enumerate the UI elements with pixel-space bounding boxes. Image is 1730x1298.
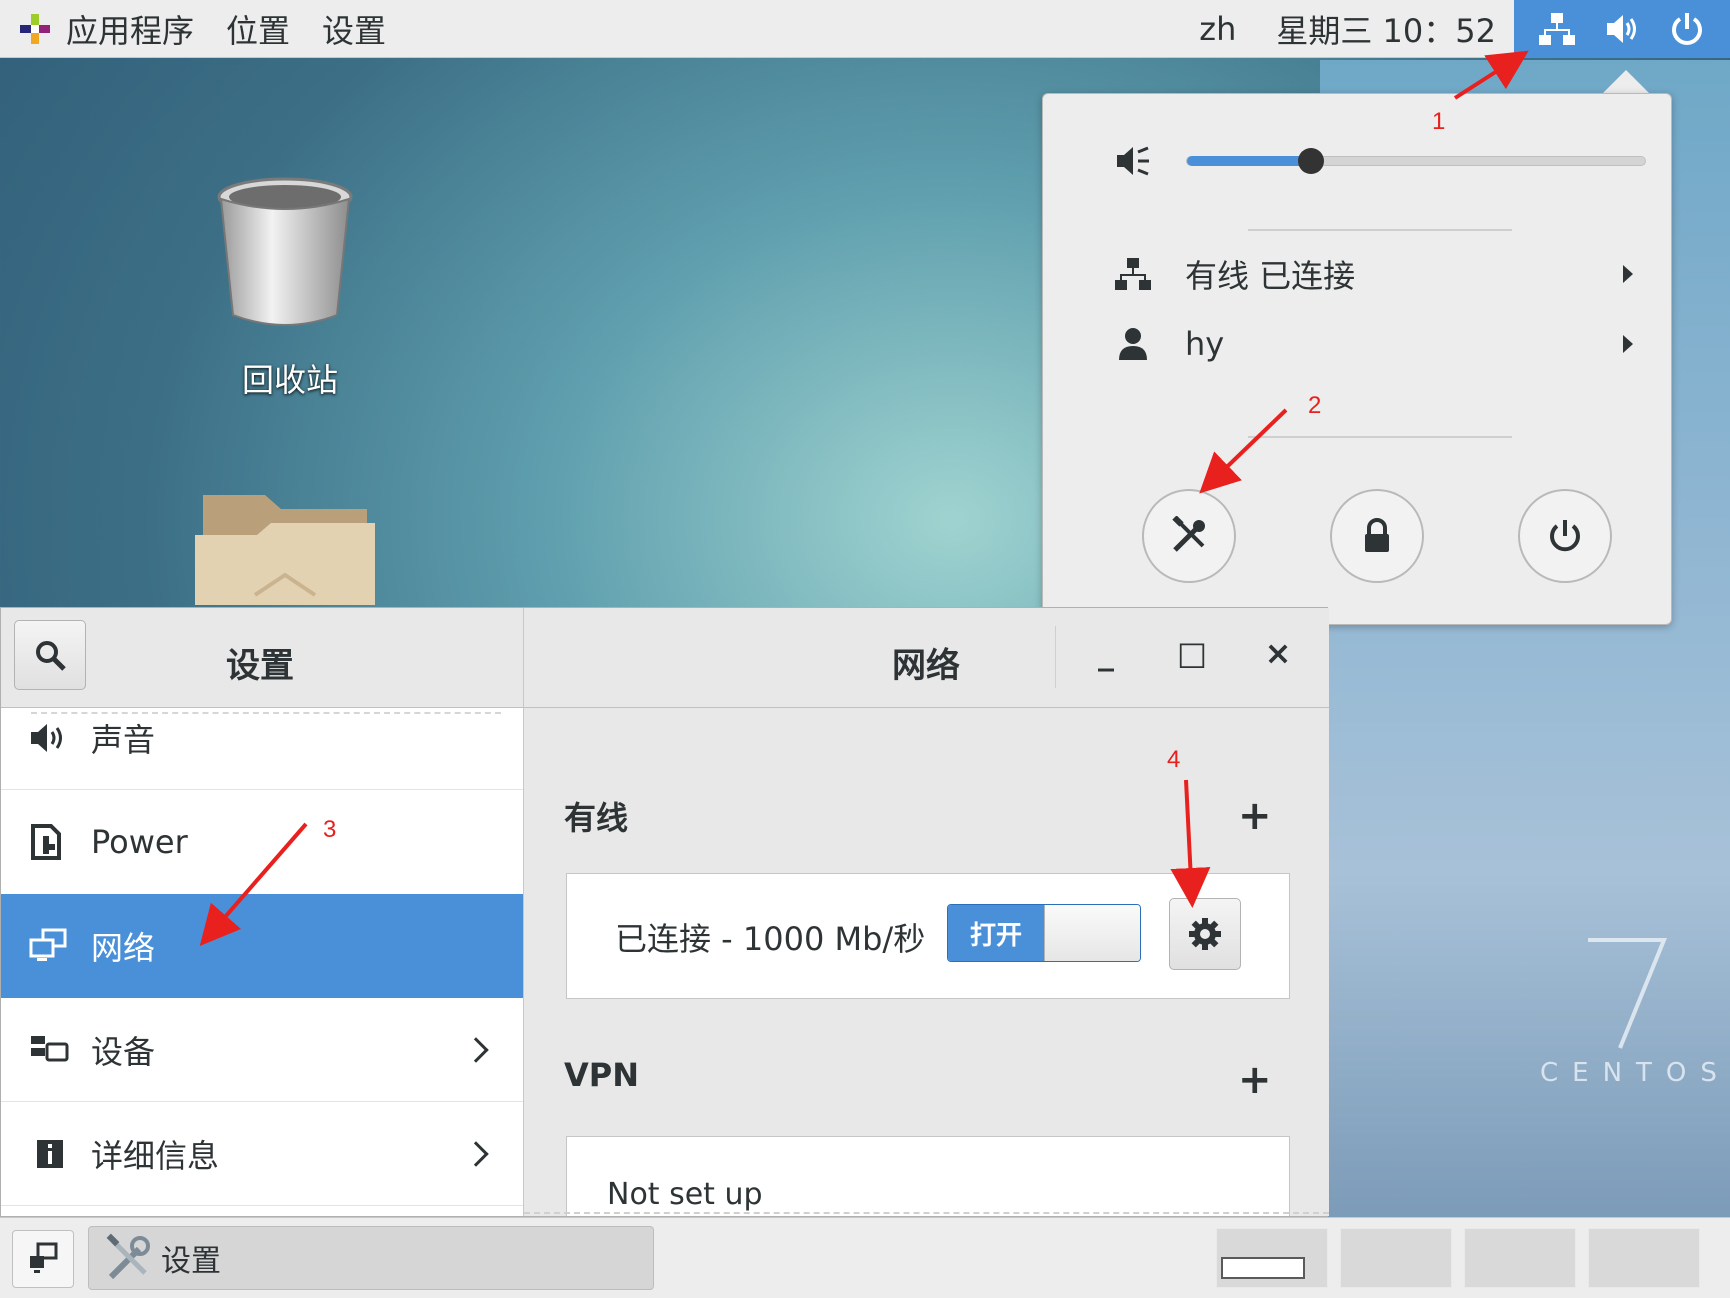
system-menu-popover: 有线 已连接 hy [1042, 93, 1672, 625]
wired-section-title: 有线 [564, 799, 629, 837]
sidebar-item-devices[interactable]: 设备 [1, 998, 523, 1102]
status-tray[interactable] [1514, 0, 1730, 58]
speaker-icon [31, 723, 62, 752]
settings-sidebar: 声音 Power 网络 设备 详细信息 [1, 708, 524, 1216]
settings-tools-icon [106, 1233, 150, 1280]
settings-button[interactable] [1142, 489, 1236, 583]
top-panel: 应用程序 位置 设置 zh 星期三 10：52 [0, 0, 1730, 58]
sidebar-item-label: 声音 [91, 720, 156, 759]
sidebar-item-network[interactable]: 网络 [1, 894, 523, 998]
add-vpn-button[interactable]: + [1238, 1060, 1272, 1100]
power-icon [1672, 13, 1703, 45]
input-language-indicator[interactable]: zh [1199, 10, 1236, 48]
chevron-right-icon [463, 1036, 489, 1063]
popover-arrow [1602, 70, 1650, 94]
sidebar-item-label: 设备 [91, 1032, 156, 1071]
wired-connection-label: 有线 已连接 [1185, 257, 1356, 295]
lock-button[interactable] [1330, 489, 1424, 583]
bottom-taskbar: 设置 [0, 1217, 1730, 1298]
user-name-label: hy [1185, 325, 1225, 363]
gear-icon [1189, 918, 1221, 950]
volume-icon [1606, 15, 1636, 43]
wired-connection-card: 已连接 - 1000 Mb/秒 打开 [566, 873, 1290, 999]
close-button[interactable]: × [1253, 628, 1303, 678]
toggle-on-label: 打开 [948, 905, 1044, 961]
trash-icon[interactable] [215, 175, 355, 335]
annotation-label-2: 2 [1308, 392, 1322, 419]
chevron-right-icon [463, 1140, 489, 1167]
volume-slider-knob[interactable] [1297, 148, 1324, 174]
clock[interactable]: 星期三 10：52 [1276, 6, 1496, 52]
workspace-1[interactable] [1216, 1228, 1328, 1288]
show-desktop-button[interactable] [12, 1230, 74, 1288]
menu-applications[interactable]: 应用程序 [66, 6, 194, 52]
annotation-label-3: 3 [323, 816, 337, 843]
add-wired-button[interactable]: + [1238, 796, 1272, 836]
wired-settings-button[interactable] [1169, 898, 1241, 970]
workspace-4[interactable] [1588, 1228, 1700, 1288]
devices-icon [31, 1035, 69, 1061]
menu-places[interactable]: 位置 [226, 6, 290, 52]
centos-watermark-text: CENTOS [1540, 1058, 1730, 1088]
submenu-arrow-icon [1623, 335, 1633, 353]
vpn-section-title: VPN [564, 1056, 639, 1094]
workspace-window-thumb [1221, 1257, 1305, 1279]
network-wired-icon [1538, 13, 1575, 45]
taskbar-item-label: 设置 [161, 1244, 221, 1279]
sidebar-item-label: Power [91, 823, 188, 861]
sidebar-item-label: 网络 [91, 928, 156, 967]
volume-slider[interactable] [1186, 148, 1646, 174]
trash-label[interactable]: 回收站 [225, 355, 355, 401]
workspace-3[interactable] [1464, 1228, 1576, 1288]
sidebar-item-details[interactable]: 详细信息 [1, 1102, 523, 1206]
maximize-button[interactable]: □ [1167, 628, 1217, 678]
info-icon [37, 1139, 63, 1168]
lock-icon [1365, 518, 1389, 552]
popover-separator [1248, 436, 1512, 438]
sidebar-item-power[interactable]: Power [1, 790, 523, 894]
annotation-label-4: 4 [1167, 746, 1181, 773]
network-wired-icon [1115, 258, 1151, 290]
sidebar-item-label: 详细信息 [91, 1136, 220, 1175]
volume-muted-icon[interactable] [1115, 144, 1151, 178]
user-row[interactable]: hy [1113, 319, 1633, 369]
menu-settings[interactable]: 设置 [322, 6, 386, 52]
taskbar-settings-window[interactable]: 设置 [88, 1226, 654, 1290]
settings-title: 设置 [226, 646, 294, 686]
network-icon [29, 928, 67, 961]
home-folder-icon[interactable] [195, 485, 375, 605]
submenu-arrow-icon [1623, 265, 1633, 283]
settings-window: 设置 网络 _ □ × 声音 Power 网络 设备 详细信息 有线 + 已连接… [0, 607, 1329, 1217]
workspace-2[interactable] [1340, 1228, 1452, 1288]
vpn-card: Not set up [566, 1136, 1290, 1216]
minimize-button[interactable]: _ [1081, 628, 1131, 678]
sidebar-item-sound[interactable]: 声音 [1, 708, 523, 790]
power-plug-icon [31, 824, 61, 860]
power-icon [1550, 520, 1580, 552]
annotation-label-1: 1 [1432, 108, 1446, 135]
network-panel: 有线 + 已连接 - 1000 Mb/秒 打开 VPN + Not set up [524, 708, 1329, 1216]
search-icon [36, 641, 66, 671]
centos-seven-logo [1588, 938, 1667, 1049]
wired-toggle-switch[interactable]: 打开 [947, 904, 1141, 962]
power-off-button[interactable] [1518, 489, 1612, 583]
search-button[interactable] [14, 620, 86, 690]
centos-logo-icon[interactable] [18, 12, 52, 46]
wired-connection-row[interactable]: 有线 已连接 [1113, 249, 1633, 299]
content-scroll-edge [524, 1212, 1329, 1214]
volume-slider-fill [1187, 156, 1311, 166]
wired-connection-status: 已连接 - 1000 Mb/秒 [615, 920, 926, 958]
header-separator [1055, 626, 1056, 688]
panel-title: 网络 [892, 646, 960, 686]
settings-icon [1172, 516, 1205, 552]
settings-header-left: 设置 [1, 608, 524, 708]
user-icon [1119, 328, 1147, 360]
show-desktop-icon [30, 1242, 58, 1273]
popover-separator [1248, 229, 1512, 231]
toggle-slider [1044, 905, 1140, 961]
vpn-status: Not set up [607, 1177, 763, 1212]
